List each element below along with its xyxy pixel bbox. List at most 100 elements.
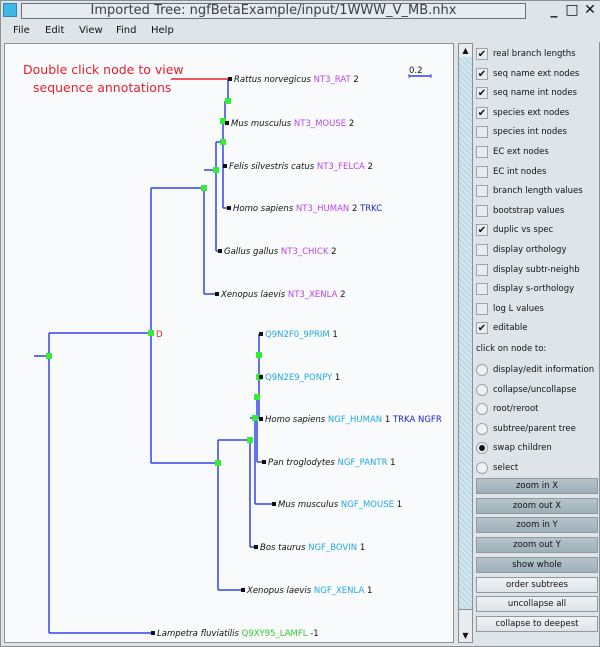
checkbox-empty-icon[interactable] <box>476 165 488 178</box>
radio-root-reroot[interactable]: root/reroot <box>476 402 600 420</box>
radio-unselected-icon[interactable] <box>476 383 488 396</box>
leaf-node[interactable] <box>272 502 276 506</box>
zoom-in-y-button[interactable]: zoom in Y <box>476 517 598 534</box>
radio-selected-icon[interactable] <box>476 442 488 455</box>
internal-node[interactable] <box>225 98 231 104</box>
checkbox-empty-icon[interactable] <box>476 126 488 139</box>
collapse-to-deepest-button[interactable]: collapse to deepest <box>476 615 598 632</box>
leaf-node[interactable] <box>218 249 222 253</box>
checkbox-empty-icon[interactable] <box>476 185 488 198</box>
radio-unselected-icon[interactable] <box>476 422 488 435</box>
checkbox-ec-ext-nodes[interactable]: EC ext nodes <box>476 145 600 163</box>
radio-unselected-icon[interactable] <box>476 403 488 416</box>
panel-scrollbar[interactable]: ▲ ▼ <box>458 43 473 643</box>
leaf-node[interactable] <box>228 77 232 81</box>
leaf-node[interactable] <box>254 545 258 549</box>
leaf-node[interactable] <box>227 206 231 210</box>
zoom-in-x-button[interactable]: zoom in X <box>476 478 598 494</box>
checkbox-display-orthology[interactable]: display orthology <box>476 243 600 261</box>
menu-edit[interactable]: Edit <box>45 25 64 36</box>
checkbox-species-ext-nodes[interactable]: ✔ species ext nodes <box>476 106 600 124</box>
leaf-label[interactable]: Homo sapiens NGF_HUMAN 1 TRKA NGFR <box>265 415 442 425</box>
scroll-up-arrow-icon[interactable]: ▲ <box>459 44 472 57</box>
checkbox-ec-int-nodes[interactable]: EC int nodes <box>476 165 600 183</box>
checkmark-icon[interactable]: ✔ <box>476 67 488 80</box>
checkbox-display-subtr-neighb[interactable]: display subtr-neighb <box>476 263 600 281</box>
leaf-label[interactable]: Bos taurus NGF_BOVIN 1 <box>260 543 365 553</box>
radio-unselected-icon[interactable] <box>476 364 488 376</box>
leaf-node[interactable] <box>223 164 227 168</box>
internal-node[interactable] <box>252 415 258 421</box>
checkbox-species-int-nodes[interactable]: species int nodes <box>476 125 600 143</box>
checkbox-log-l-values[interactable]: log L values <box>476 302 600 320</box>
internal-node[interactable] <box>254 394 260 400</box>
leaf-label[interactable]: Felis silvestris catus NT3_FELCA 2 <box>229 162 373 172</box>
phylogenetic-tree[interactable]: DRattus norvegicus NT3_RAT 2Mus musculus… <box>5 44 455 644</box>
zoom-out-y-button[interactable]: zoom out Y <box>476 537 598 554</box>
menu-find[interactable]: Find <box>116 25 137 36</box>
uncollapse-all-button[interactable]: uncollapse all <box>476 596 598 613</box>
internal-node[interactable] <box>256 352 262 358</box>
checkbox-seq-name-ext-nodes[interactable]: ✔ seq name ext nodes <box>476 67 600 85</box>
leaf-node[interactable] <box>259 332 263 336</box>
checkbox-empty-icon[interactable] <box>476 244 488 256</box>
internal-node[interactable] <box>220 139 226 145</box>
checkbox-seq-name-int-nodes[interactable]: ✔ seq name int nodes <box>476 86 600 104</box>
radio-subtree-parent-tree[interactable]: subtree/parent tree <box>476 422 600 440</box>
checkbox-real-branch-lengths[interactable]: ✔ real branch lengths <box>476 47 600 65</box>
leaf-label[interactable]: Q9N2F0_9PRIM 1 <box>265 330 338 340</box>
internal-node[interactable] <box>247 437 253 443</box>
internal-node[interactable] <box>201 185 207 191</box>
internal-node[interactable] <box>148 330 154 336</box>
leaf-node[interactable] <box>259 375 263 379</box>
checkbox-branch-length-values[interactable]: branch length values <box>476 184 600 202</box>
radio-collapse-uncollapse[interactable]: collapse/uncollapse <box>476 383 600 401</box>
checkmark-icon[interactable]: ✔ <box>476 322 488 335</box>
leaf-label[interactable]: Pan troglodytes NGF_PANTR 1 <box>268 458 396 468</box>
leaf-label[interactable]: Homo sapiens NT3_HUMAN 2 TRKC <box>233 204 382 214</box>
radio-select[interactable]: select <box>476 461 600 479</box>
checkbox-bootstrap-values[interactable]: bootstrap values <box>476 204 600 222</box>
leaf-label[interactable]: Mus musculus NGF_MOUSE 1 <box>278 500 402 510</box>
checkbox-empty-icon[interactable] <box>476 302 488 315</box>
checkbox-empty-icon[interactable] <box>476 146 488 158</box>
checkmark-icon[interactable]: ✔ <box>476 87 488 100</box>
leaf-label[interactable]: Q9N2E9_PONPY 1 <box>265 373 340 383</box>
close-button[interactable]: ✕ <box>582 2 598 18</box>
leaf-label[interactable]: Gallus gallus NT3_CHICK 2 <box>224 247 337 257</box>
leaf-node[interactable] <box>215 292 219 296</box>
internal-node[interactable] <box>215 460 221 466</box>
scroll-down-arrow-icon[interactable]: ▼ <box>459 629 472 642</box>
leaf-label[interactable]: Lampetra fluviatilis Q9XY95_LAMFL -1 <box>157 629 319 639</box>
internal-node[interactable] <box>213 167 219 173</box>
leaf-node[interactable] <box>259 417 263 421</box>
leaf-node[interactable] <box>262 460 266 464</box>
order-subtrees-button[interactable]: order subtrees <box>476 576 598 593</box>
checkbox-editable[interactable]: ✔ editable <box>476 321 600 339</box>
checkmark-icon[interactable]: ✔ <box>476 224 488 237</box>
checkbox-empty-icon[interactable] <box>476 263 488 276</box>
menu-view[interactable]: View <box>79 25 103 36</box>
menu-help[interactable]: Help <box>151 25 174 36</box>
leaf-label[interactable]: Rattus norvegicus NT3_RAT 2 <box>234 75 359 85</box>
leaf-label[interactable]: Xenopus laevis NT3_XENLA 2 <box>220 290 346 300</box>
internal-node[interactable] <box>46 353 52 359</box>
radio-display-edit-information[interactable]: display/edit information <box>476 363 600 381</box>
maximize-button[interactable]: □ <box>564 2 580 18</box>
zoom-out-x-button[interactable]: zoom out X <box>476 497 598 514</box>
checkmark-icon[interactable]: ✔ <box>476 106 488 119</box>
leaf-node[interactable] <box>225 121 229 125</box>
checkbox-empty-icon[interactable] <box>476 204 488 217</box>
checkbox-duplic-vs-spec[interactable]: ✔ duplic vs spec <box>476 223 600 241</box>
leaf-label[interactable]: Xenopus laevis NGF_XENLA 1 <box>246 586 372 596</box>
tree-canvas[interactable]: D Rattus norvegicus NT3_RAT 2 Mus musculus… <box>4 43 454 643</box>
checkbox-display-s-orthology[interactable]: display s-orthology <box>476 282 600 300</box>
radio-unselected-icon[interactable] <box>476 462 488 474</box>
leaf-label[interactable]: Mus musculus NT3_MOUSE 2 <box>231 119 354 129</box>
minimize-button[interactable]: _ <box>546 2 562 18</box>
leaf-node[interactable] <box>241 588 245 592</box>
menu-file[interactable]: File <box>13 25 30 36</box>
checkmark-icon[interactable]: ✔ <box>476 48 488 60</box>
leaf-node[interactable] <box>151 631 155 635</box>
radio-swap-children[interactable]: swap children <box>476 441 600 459</box>
